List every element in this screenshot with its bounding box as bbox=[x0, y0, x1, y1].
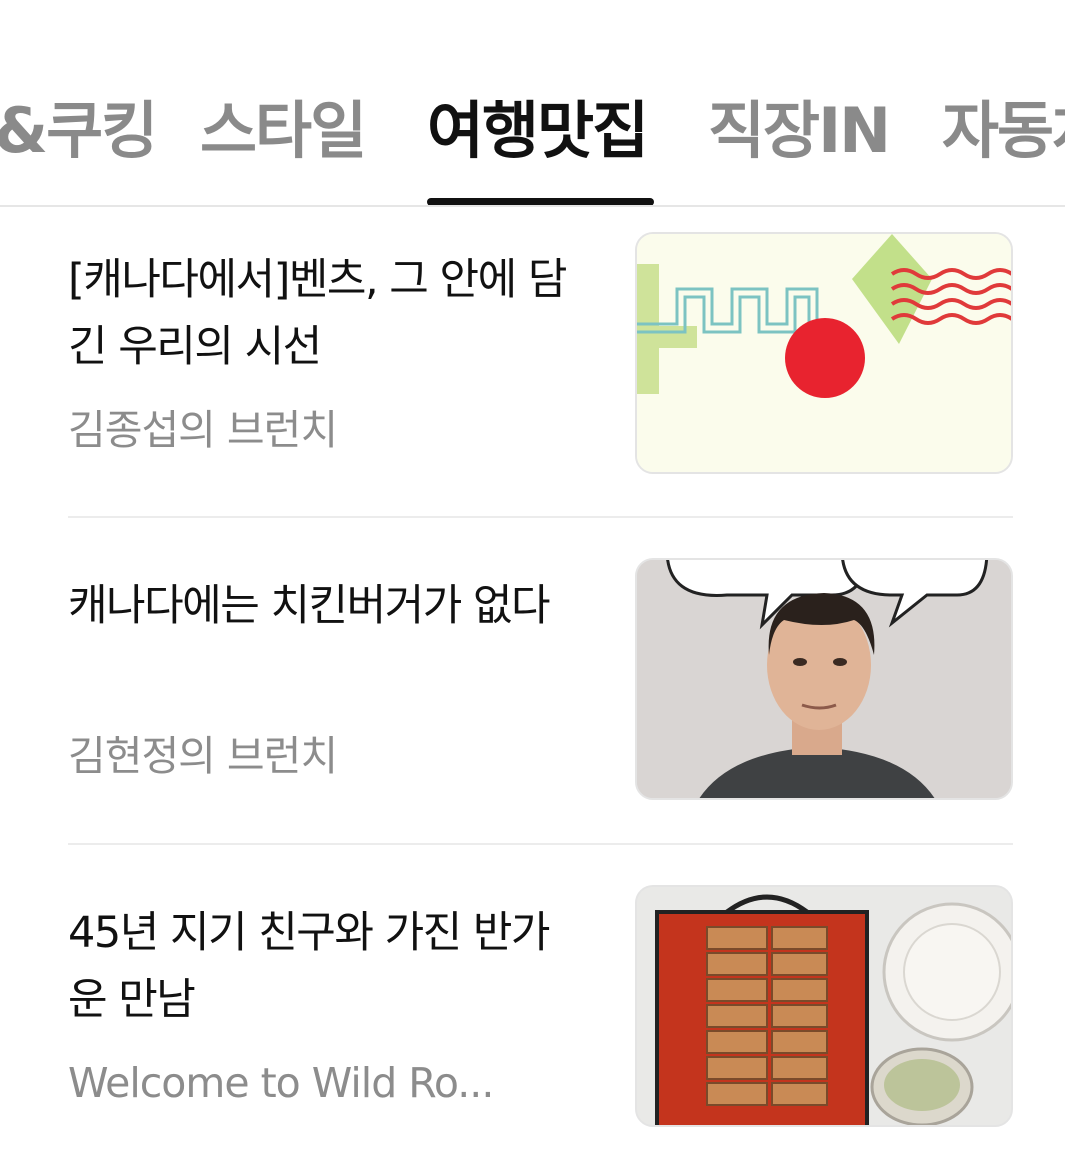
category-tab-bar: &쿠킹 스타일 여행맛집 직장IN 자동차 bbox=[0, 0, 1065, 207]
tab-style[interactable]: 스타일 bbox=[200, 92, 367, 170]
tab-cooking[interactable]: &쿠킹 bbox=[0, 92, 158, 170]
article-thumbnail bbox=[635, 232, 1013, 474]
article-thumbnail bbox=[635, 558, 1013, 800]
article-title: 45년 지기 친구와 가진 반가운 만남 bbox=[68, 908, 551, 1025]
article-source: 김현정의 브런치 bbox=[68, 732, 338, 780]
food-platter-image bbox=[637, 887, 1011, 1125]
article-item[interactable]: 캐나다에는 치킨버거가 없다 김현정의 브런치 bbox=[68, 558, 1013, 802]
tab-work-in[interactable]: 직장IN bbox=[708, 92, 891, 170]
article-divider bbox=[68, 516, 1013, 518]
article-title: [캐나다에서]벤츠, 그 안에 담긴 우리의 시선 bbox=[68, 255, 567, 372]
article-source: 김종섭의 브런치 bbox=[68, 406, 338, 454]
active-tab-indicator bbox=[427, 198, 654, 205]
article-source: Welcome to Wild Ro... bbox=[68, 1059, 494, 1107]
abstract-pattern-image bbox=[637, 234, 1011, 472]
article-item[interactable]: 45년 지기 친구와 가진 반가운 만남 Welcome to Wild Ro.… bbox=[68, 885, 1013, 1129]
tab-car[interactable]: 자동차 bbox=[942, 92, 1065, 170]
article-title: 캐나다에는 치킨버거가 없다 bbox=[68, 581, 551, 631]
article-thumbnail bbox=[635, 885, 1013, 1127]
tab-travel-food[interactable]: 여행맛집 bbox=[427, 92, 649, 170]
article-divider bbox=[68, 843, 1013, 845]
article-item[interactable]: [캐나다에서]벤츠, 그 안에 담긴 우리의 시선 김종섭의 브런치 bbox=[68, 232, 1013, 476]
man-thinking-image bbox=[637, 560, 1011, 798]
